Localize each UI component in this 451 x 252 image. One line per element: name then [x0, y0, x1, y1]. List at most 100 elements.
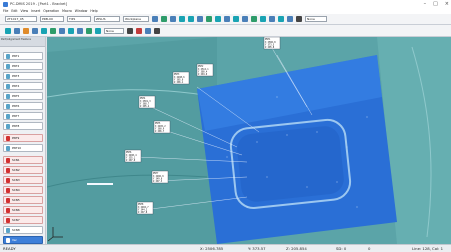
translucent-icon[interactable]: [68, 27, 74, 34]
menu-window[interactable]: Window: [75, 9, 88, 13]
point-icon[interactable]: [215, 16, 221, 22]
view-icon[interactable]: [152, 16, 158, 22]
alignment-select[interactable]: 2T1017_05: [5, 16, 37, 22]
grid-icon[interactable]: [145, 27, 151, 34]
svg-text:Z 207.3: Z 207.3: [153, 180, 163, 183]
curve-mode-icon[interactable]: [14, 27, 20, 34]
sidebar-item-selected[interactable]: Vec: [3, 236, 43, 244]
sidebar-item-pnt5[interactable]: PNT5: [3, 92, 43, 100]
sidebar-item-pnt2[interactable]: PNT2: [3, 62, 43, 70]
sidebar-item-pnt8[interactable]: PNT8: [3, 122, 43, 130]
sidebar-item-scn2[interactable]: SCN2: [3, 166, 43, 174]
sidebar-item-pnt10[interactable]: PNT10: [3, 144, 43, 152]
status-bar: READY X: 2506.785 Y: 373.57 Z: 205.854 S…: [0, 244, 451, 252]
sidebar-item-pnt7[interactable]: PNT7: [3, 112, 43, 120]
circle-icon[interactable]: [242, 16, 248, 22]
sidebar-item-pnt9[interactable]: PNT9: [3, 134, 43, 142]
auto-feature-icon[interactable]: [287, 16, 293, 22]
point-icon: [6, 123, 10, 129]
callout-pnt5: PNT5 X 2495.2 Y 360.9 Z 206.7: [153, 120, 171, 134]
callout-pnt2: PNT2 X 2512.1 Y 380.4 Z 204.9: [196, 63, 214, 77]
program-mode-icon[interactable]: [23, 27, 29, 34]
cylinder-icon[interactable]: [251, 16, 257, 22]
sidebar-item-scn4[interactable]: SCN4: [3, 186, 43, 194]
menu-operation[interactable]: Operation: [43, 9, 59, 13]
close-button[interactable]: ×: [445, 1, 449, 7]
window-title: PC-DMIS 2019 - [Part1 - Bracket]: [10, 2, 67, 6]
svg-text:Z 205.8: Z 205.8: [265, 46, 275, 49]
sidebar-item-pnt6[interactable]: PNT6: [3, 102, 43, 110]
flag-icon: [6, 167, 10, 173]
wireframe-icon[interactable]: [41, 27, 47, 34]
point-icon: [6, 73, 10, 79]
point-icon: [6, 83, 10, 89]
slot-icon[interactable]: [278, 16, 284, 22]
workplane-mode-select[interactable]: Workplane: [123, 16, 149, 22]
callout-pnt4: PNT4 X 2501.3 Y 368.7 Z 205.4: [138, 95, 156, 109]
status-x: X: 2506.785: [200, 246, 224, 251]
menu-view[interactable]: View: [21, 9, 29, 13]
sidebar-item-pnt4[interactable]: PNT4: [3, 82, 43, 90]
clip-icon[interactable]: [77, 27, 83, 34]
scan-icon[interactable]: [206, 16, 212, 22]
menu-edit[interactable]: Edit: [11, 9, 17, 13]
callout-pnt1: PNT1 X 2506.8 Y 373.5 Z 205.8: [263, 37, 281, 50]
toolbar-settings: 2T1017_05 PRB-00 TIP1 ZPLUS Workplane No…: [0, 14, 451, 25]
callout-pnt6: PNT6 X 2490.4 Y 355.1 Z 207.0: [124, 149, 142, 163]
delete-icon[interactable]: [136, 27, 142, 34]
menu-file[interactable]: File: [3, 9, 8, 13]
status-line: Line: 128, Col: 1: [412, 246, 443, 251]
minimize-button[interactable]: –: [424, 1, 427, 7]
maximize-button[interactable]: □: [433, 1, 438, 7]
plane-icon[interactable]: [233, 16, 239, 22]
probe-mode-icon[interactable]: [5, 27, 11, 34]
shaded-icon[interactable]: [59, 27, 65, 34]
report-icon[interactable]: [296, 16, 302, 22]
app-icon: [3, 1, 8, 7]
translate-icon[interactable]: [161, 16, 167, 22]
sidebar-item-pnt1[interactable]: PNT1: [3, 52, 43, 60]
view-dropdown[interactable]: None: [305, 16, 327, 22]
sidebar-item-scn5[interactable]: SCN5: [3, 196, 43, 204]
callout-pnt7: PNT7 X 2486.9 Y 349.8 Z 207.3: [151, 170, 169, 184]
graphics-dropdown[interactable]: None: [104, 27, 124, 34]
surface-icon[interactable]: [188, 16, 194, 22]
line-icon[interactable]: [224, 16, 230, 22]
surface-mode-icon[interactable]: [32, 27, 38, 34]
dimension-label: [87, 183, 113, 185]
point-icon: [6, 93, 10, 99]
feature-sidebar: Part/Alignment Feature PNT1 PNT2 PNT3 PN…: [0, 37, 46, 244]
curve-icon[interactable]: [179, 16, 185, 22]
measure-icon[interactable]: [197, 16, 203, 22]
graphics-viewport[interactable]: PNT1 X 2506.8 Y 373.5 Z 205.8 PNT2 X 251…: [47, 37, 451, 244]
menu-help[interactable]: Help: [90, 9, 97, 13]
point-icon: [6, 63, 10, 69]
rotate-icon[interactable]: [170, 16, 176, 22]
flag-icon: [6, 177, 10, 183]
workplane-select[interactable]: ZPLUS: [94, 16, 120, 22]
sidebar-item-scn7[interactable]: SCN7: [3, 216, 43, 224]
select-icon[interactable]: [127, 27, 133, 34]
title-bar: PC-DMIS 2019 - [Part1 - Bracket] – □ ×: [0, 0, 451, 8]
callout-pnt3: PNT3 X 2498.6 Y 365.0 Z 206.1: [172, 71, 190, 85]
flag-icon: [6, 217, 10, 223]
sphere-icon[interactable]: [260, 16, 266, 22]
sidebar-item-scn6[interactable]: SCN6: [3, 206, 43, 214]
sidebar-item-scn8[interactable]: SCN8: [3, 226, 43, 234]
svg-text:Z 206.7: Z 206.7: [155, 130, 165, 133]
solid-icon[interactable]: [50, 27, 56, 34]
tip-select[interactable]: TIP1: [67, 16, 91, 22]
cone-icon[interactable]: [269, 16, 275, 22]
sidebar-item-scn1[interactable]: SCN1: [3, 156, 43, 164]
layer-icon[interactable]: [86, 27, 92, 34]
table-icon[interactable]: [154, 27, 160, 34]
sidebar-item-pnt3[interactable]: PNT3: [3, 72, 43, 80]
flag-icon: [6, 157, 10, 163]
probe-select[interactable]: PRB-00: [40, 16, 64, 22]
levels-icon[interactable]: [95, 27, 101, 34]
cad-view: PNT1 X 2506.8 Y 373.5 Z 205.8 PNT2 X 251…: [47, 37, 451, 244]
menu-macro[interactable]: Macro: [62, 9, 72, 13]
sidebar-item-scn3[interactable]: SCN3: [3, 176, 43, 184]
menu-insert[interactable]: Insert: [31, 9, 40, 13]
callout-pnt8: PNT8 X 2482.7 Y 344.2 Z 207.8: [136, 201, 154, 215]
